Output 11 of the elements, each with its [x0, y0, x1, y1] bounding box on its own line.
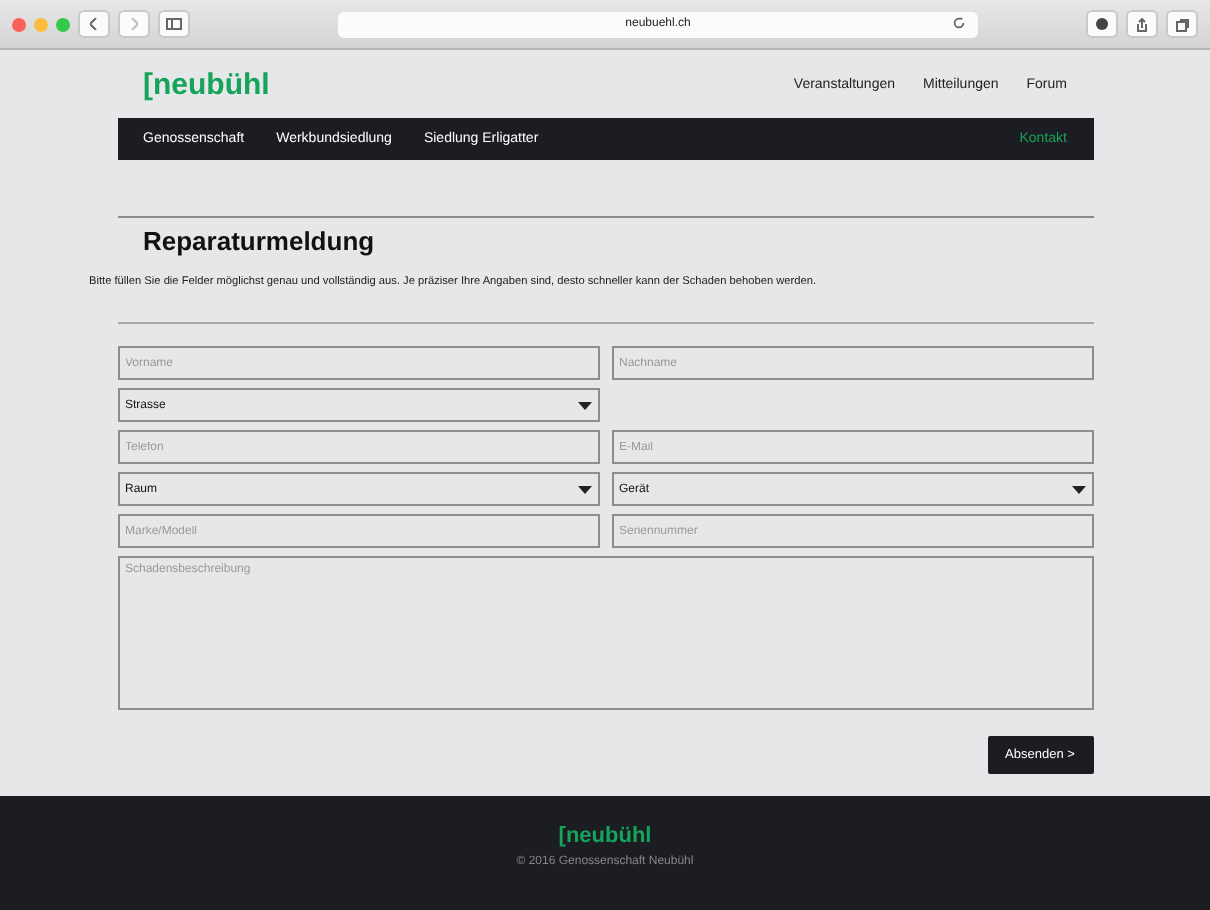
caret-icon	[577, 485, 591, 493]
tabs-icon[interactable]	[1166, 10, 1198, 38]
caret-icon	[577, 401, 591, 409]
share-icon[interactable]	[1126, 10, 1158, 38]
sidebar-icon[interactable]	[158, 10, 190, 38]
footer-logo[interactable]: [neubühl	[558, 824, 652, 848]
reload-icon[interactable]	[952, 15, 966, 29]
download-icon[interactable]	[1086, 10, 1118, 38]
caret-icon	[1071, 485, 1085, 493]
back-icon[interactable]	[78, 10, 110, 38]
form-title: Reparaturmeldung	[143, 226, 377, 256]
